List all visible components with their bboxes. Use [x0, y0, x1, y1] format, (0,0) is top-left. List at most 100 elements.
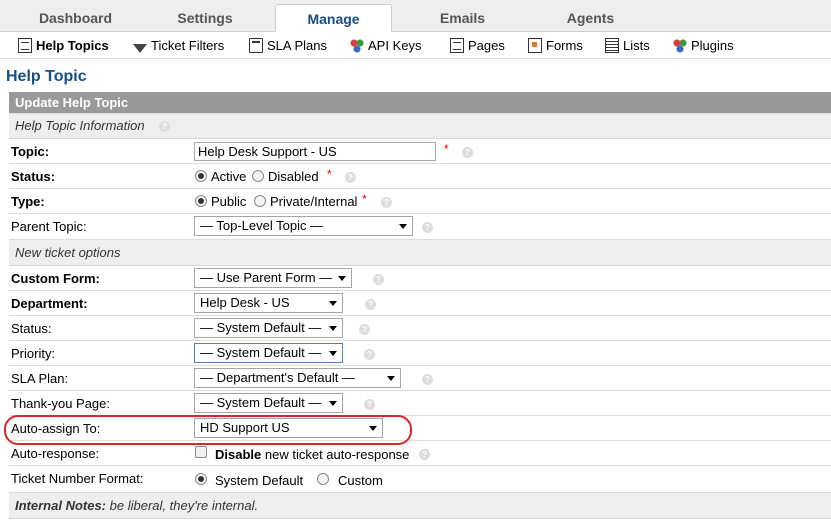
ticketnum-system-label: System Default — [215, 473, 304, 488]
select-value: — System Default — — [200, 345, 322, 360]
tab-manage[interactable]: Manage — [275, 4, 392, 32]
row-topic: Topic: Help Desk Support - US * ? — [9, 139, 831, 164]
type-public-radio[interactable] — [195, 195, 207, 207]
thank-you-page-label: Thank-you Page: — [11, 396, 111, 411]
select-value: — Top-Level Topic — — [200, 218, 324, 233]
status-active-label: Active — [211, 169, 247, 184]
row-type: Type: Public Private/Internal * ? — [9, 189, 831, 214]
priority-select[interactable]: — System Default — — [194, 343, 343, 363]
select-value: Help Desk - US — [200, 295, 290, 310]
chevron-down-icon — [329, 351, 337, 356]
ticketnum-system-radio[interactable] — [195, 473, 207, 485]
subnav-label: Lists — [623, 38, 650, 53]
sla-plan-select[interactable]: — Department's Default — — [194, 368, 401, 388]
chevron-down-icon — [387, 376, 395, 381]
subnav-forms[interactable]: Forms — [528, 36, 583, 56]
subnav-lists[interactable]: Lists — [605, 36, 650, 56]
disable-word: Disable — [215, 447, 262, 462]
priority-label: Priority: — [11, 346, 56, 361]
type-private-radio[interactable] — [254, 195, 266, 207]
row-auto-assign: Auto-assign To: HD Support US — [9, 416, 831, 441]
help-icon[interactable]: ? — [364, 349, 375, 360]
auto-assign-select[interactable]: HD Support US — [194, 418, 383, 438]
sla-icon — [249, 38, 263, 53]
subnav-label: Help Topics — [36, 38, 109, 53]
chevron-down-icon — [399, 224, 407, 229]
parent-topic-select[interactable]: — Top-Level Topic — — [194, 216, 413, 236]
subnav-pages[interactable]: Pages — [450, 36, 505, 56]
status-active-radio[interactable] — [195, 170, 207, 182]
ticket-status-select[interactable]: — System Default — — [194, 318, 343, 338]
page-title: Help Topic — [6, 68, 87, 85]
ticket-number-format-label: Ticket Number Format: — [11, 471, 144, 486]
subnav-label: SLA Plans — [267, 38, 327, 53]
document-icon — [18, 38, 32, 53]
thank-you-page-select[interactable]: — System Default — — [194, 393, 343, 413]
help-icon[interactable]: ? — [373, 274, 384, 285]
ticketnum-custom-radio[interactable] — [317, 473, 329, 485]
tab-agents[interactable]: Agents — [533, 4, 648, 32]
funnel-icon — [133, 44, 147, 53]
row-ticket-status: Status: — System Default — ? — [9, 316, 831, 341]
status-disabled-radio[interactable] — [252, 170, 264, 182]
ticket-status-label: Status: — [11, 321, 52, 336]
auto-response-label: Auto-response: — [11, 446, 100, 461]
row-priority: Priority: — System Default — ? — [9, 341, 831, 366]
row-status: Status: Active Disabled * ? — [9, 164, 831, 189]
help-icon[interactable]: ? — [159, 121, 170, 132]
section-new-ticket-options: New ticket options — [9, 240, 831, 266]
subnav-label: Forms — [546, 38, 583, 53]
chevron-down-icon — [369, 426, 377, 431]
help-icon[interactable]: ? — [419, 449, 430, 460]
row-auto-response: Auto-response: Disable new ticket auto-r… — [9, 441, 831, 466]
department-select[interactable]: Help Desk - US — [194, 293, 343, 313]
topic-label: Topic: — [11, 144, 50, 159]
disable-auto-response-checkbox[interactable] — [195, 446, 207, 458]
type-public-label: Public — [211, 194, 247, 209]
subnav-plugins[interactable]: Plugins — [673, 36, 734, 56]
row-parent-topic: Parent Topic: — Top-Level Topic — ? — [9, 214, 831, 240]
row-thank-you-page: Thank-you Page: — System Default — ? — [9, 391, 831, 416]
parent-topic-label: Parent Topic: — [11, 219, 87, 234]
api-keys-icon — [350, 38, 364, 53]
section-title: New ticket options — [15, 245, 121, 260]
sla-plan-label: SLA Plan: — [11, 371, 69, 386]
chevron-down-icon — [329, 401, 337, 406]
subnav-label: Ticket Filters — [151, 38, 225, 53]
help-icon[interactable]: ? — [422, 374, 433, 385]
subnav-help-topics[interactable]: Help Topics — [18, 36, 109, 56]
select-value: — System Default — — [200, 395, 322, 410]
tab-emails[interactable]: Emails — [405, 4, 520, 32]
type-private-label: Private/Internal — [270, 194, 358, 209]
subnav-label: Pages — [468, 38, 505, 53]
subnav-api-keys[interactable]: API Keys — [350, 36, 421, 56]
help-icon[interactable]: ? — [359, 324, 370, 335]
subnav-ticket-filters[interactable]: Ticket Filters — [133, 36, 224, 56]
subnav-sla-plans[interactable]: SLA Plans — [249, 36, 327, 56]
help-icon[interactable]: ? — [422, 222, 433, 233]
tab-settings[interactable]: Settings — [145, 4, 265, 32]
select-value: — Use Parent Form — — [200, 270, 333, 285]
required-mark: * — [444, 142, 449, 156]
auto-response-text: new ticket auto-response — [264, 447, 410, 462]
custom-form-label: Custom Form: — [11, 271, 100, 286]
ticketnum-custom-label: Custom — [338, 473, 383, 488]
auto-assign-label: Auto-assign To: — [11, 421, 101, 436]
chevron-down-icon — [338, 276, 346, 281]
tab-dashboard[interactable]: Dashboard — [18, 4, 133, 32]
help-icon[interactable]: ? — [364, 399, 375, 410]
help-icon[interactable]: ? — [345, 172, 356, 183]
custom-form-select[interactable]: — Use Parent Form — — [194, 268, 352, 288]
select-value: — System Default — — [200, 320, 322, 335]
required-mark: * — [362, 192, 367, 206]
pages-icon — [450, 38, 464, 53]
help-icon[interactable]: ? — [381, 197, 392, 208]
status-disabled-label: Disabled — [268, 169, 319, 184]
internal-notes-text: be liberal, they're internal. — [109, 498, 259, 513]
help-icon[interactable]: ? — [462, 147, 473, 158]
subnav-label: API Keys — [368, 38, 422, 53]
department-label: Department: — [11, 296, 88, 311]
topic-input[interactable]: Help Desk Support - US — [194, 142, 436, 161]
help-icon[interactable]: ? — [365, 299, 376, 310]
internal-notes-label: Internal Notes: — [15, 498, 107, 513]
